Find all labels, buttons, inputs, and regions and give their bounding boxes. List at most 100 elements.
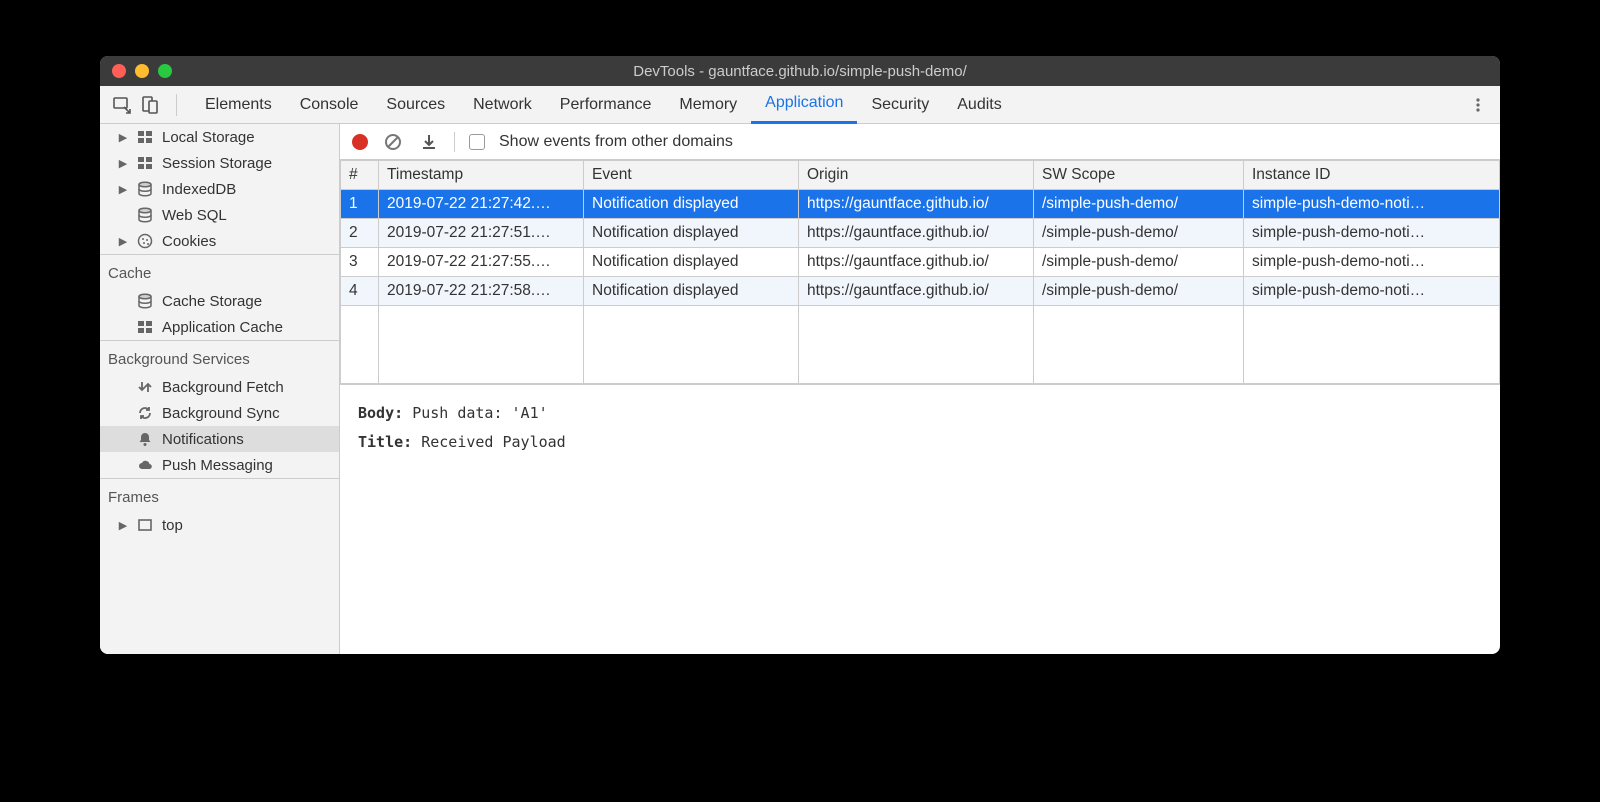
cell-scope: /simple-push-demo/ (1034, 219, 1244, 248)
column-header[interactable]: # (341, 161, 379, 190)
sidebar-item-web-sql[interactable]: Web SQL (100, 202, 339, 228)
sidebar-item-label: Application Cache (162, 319, 283, 336)
sidebar-item-session-storage[interactable]: ▶ Session Storage (100, 150, 339, 176)
sidebar-item-label: Cookies (162, 233, 216, 250)
record-button[interactable] (352, 134, 368, 150)
cell-ts: 2019-07-22 21:27:55.… (379, 248, 584, 277)
sidebar-item-label: Push Messaging (162, 457, 273, 474)
zoom-window-button[interactable] (158, 64, 172, 78)
separator (454, 132, 455, 152)
expand-chevron-icon[interactable]: ▶ (118, 519, 128, 532)
close-window-button[interactable] (112, 64, 126, 78)
sidebar-item-label: Session Storage (162, 155, 272, 172)
main-tabbar: ElementsConsoleSourcesNetworkPerformance… (100, 86, 1500, 124)
expand-chevron-icon[interactable]: ▶ (118, 157, 128, 170)
database-icon (136, 206, 154, 224)
show-other-domains-label: Show events from other domains (499, 133, 733, 151)
events-table: #TimestampEventOriginSW ScopeInstance ID… (340, 160, 1500, 384)
inspect-element-icon[interactable] (110, 93, 134, 117)
table-row[interactable]: 12019-07-22 21:27:42.…Notification displ… (341, 190, 1500, 219)
column-header[interactable]: SW Scope (1034, 161, 1244, 190)
table-row[interactable]: 42019-07-22 21:27:58.…Notification displ… (341, 277, 1500, 306)
cell-iid: simple-push-demo-noti… (1244, 277, 1500, 306)
clear-icon[interactable] (382, 131, 404, 153)
cell-iid: simple-push-demo-noti… (1244, 219, 1500, 248)
minimize-window-button[interactable] (135, 64, 149, 78)
tab-elements[interactable]: Elements (191, 86, 286, 124)
column-header[interactable]: Timestamp (379, 161, 584, 190)
cell-ts: 2019-07-22 21:27:42.… (379, 190, 584, 219)
cell-scope: /simple-push-demo/ (1034, 190, 1244, 219)
tab-audits[interactable]: Audits (943, 86, 1015, 124)
sidebar-section-frames: Frames (100, 478, 339, 512)
column-header[interactable]: Instance ID (1244, 161, 1500, 190)
cell-origin: https://gauntface.github.io/ (799, 190, 1034, 219)
detail-body-value: Push data: 'A1' (412, 404, 547, 422)
more-menu-icon[interactable] (1466, 93, 1490, 117)
sidebar-item-label: Background Fetch (162, 379, 284, 396)
show-other-domains-checkbox[interactable] (469, 134, 485, 150)
column-header[interactable]: Origin (799, 161, 1034, 190)
sidebar-item-label: Web SQL (162, 207, 227, 224)
cell-origin: https://gauntface.github.io/ (799, 219, 1034, 248)
sidebar-item-label: IndexedDB (162, 181, 236, 198)
sidebar-item-label: Cache Storage (162, 293, 262, 310)
table-row[interactable]: 32019-07-22 21:27:55.…Notification displ… (341, 248, 1500, 277)
device-toggle-icon[interactable] (138, 93, 162, 117)
cell-event: Notification displayed (584, 190, 799, 219)
expand-chevron-icon[interactable]: ▶ (118, 235, 128, 248)
sidebar-item-background-fetch[interactable]: Background Fetch (100, 374, 339, 400)
cell-ts: 2019-07-22 21:27:58.… (379, 277, 584, 306)
frame-icon (136, 516, 154, 534)
traffic-lights (112, 64, 172, 78)
tab-network[interactable]: Network (459, 86, 546, 124)
sidebar-item-notifications[interactable]: Notifications (100, 426, 339, 452)
sidebar-item-cache-storage[interactable]: Cache Storage (100, 288, 339, 314)
main-panel: Show events from other domains #Timestam… (340, 124, 1500, 654)
cell-origin: https://gauntface.github.io/ (799, 277, 1034, 306)
sidebar-section-bg: Background Services (100, 340, 339, 374)
sidebar-item-push-messaging[interactable]: Push Messaging (100, 452, 339, 478)
sidebar-item-label: Local Storage (162, 129, 255, 146)
separator (176, 94, 177, 116)
sidebar-item-background-sync[interactable]: Background Sync (100, 400, 339, 426)
grid-icon (136, 128, 154, 146)
grid-icon (136, 154, 154, 172)
grid-icon (136, 318, 154, 336)
expand-chevron-icon[interactable]: ▶ (118, 183, 128, 196)
tab-memory[interactable]: Memory (665, 86, 751, 124)
column-header[interactable]: Event (584, 161, 799, 190)
sidebar-item-application-cache[interactable]: Application Cache (100, 314, 339, 340)
sidebar-item-label: top (162, 517, 183, 534)
sidebar-item-indexeddb[interactable]: ▶ IndexedDB (100, 176, 339, 202)
event-detail: Body: Push data: 'A1' Title: Received Pa… (340, 384, 1500, 654)
application-sidebar: ▶ Local Storage ▶ Session Storage ▶ IndexedDB… (100, 124, 340, 654)
cell-origin: https://gauntface.github.io/ (799, 248, 1034, 277)
cloud-icon (136, 456, 154, 474)
expand-chevron-icon[interactable]: ▶ (118, 131, 128, 144)
cell-event: Notification displayed (584, 219, 799, 248)
cell-n: 2 (341, 219, 379, 248)
sync-icon (136, 404, 154, 422)
tab-application[interactable]: Application (751, 86, 857, 124)
tab-sources[interactable]: Sources (372, 86, 459, 124)
tab-security[interactable]: Security (857, 86, 943, 124)
cell-n: 4 (341, 277, 379, 306)
cell-scope: /simple-push-demo/ (1034, 277, 1244, 306)
events-toolbar: Show events from other domains (340, 124, 1500, 160)
sidebar-section-cache: Cache (100, 254, 339, 288)
sidebar-item-top[interactable]: ▶ top (100, 512, 339, 538)
cell-iid: simple-push-demo-noti… (1244, 248, 1500, 277)
table-row[interactable]: 22019-07-22 21:27:51.…Notification displ… (341, 219, 1500, 248)
sidebar-item-local-storage[interactable]: ▶ Local Storage (100, 124, 339, 150)
tab-performance[interactable]: Performance (546, 86, 666, 124)
cell-ts: 2019-07-22 21:27:51.… (379, 219, 584, 248)
sidebar-item-cookies[interactable]: ▶ Cookies (100, 228, 339, 254)
transfer-icon (136, 378, 154, 396)
save-icon[interactable] (418, 131, 440, 153)
detail-body-label: Body: (358, 404, 403, 422)
tab-console[interactable]: Console (286, 86, 373, 124)
cookie-icon (136, 232, 154, 250)
cell-event: Notification displayed (584, 248, 799, 277)
cell-scope: /simple-push-demo/ (1034, 248, 1244, 277)
